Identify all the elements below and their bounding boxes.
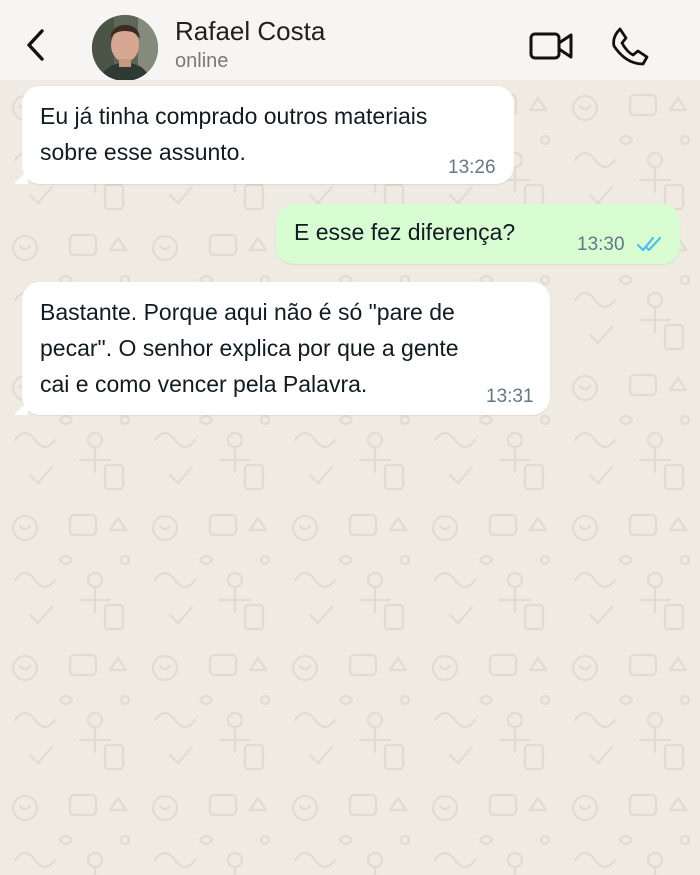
message-bubble-outgoing[interactable]: E esse fez diferença? 13:30 <box>276 204 680 264</box>
message-text: E esse fez diferença? <box>294 219 516 245</box>
double-check-icon <box>636 236 662 252</box>
video-call-button[interactable] <box>528 26 576 66</box>
avatar-photo <box>92 15 158 81</box>
bubble-tail <box>14 401 28 415</box>
contact-name[interactable]: Rafael Costa <box>175 16 325 47</box>
voice-call-button[interactable] <box>608 24 652 68</box>
message-text: Eu já tinha comprado outros materiais so… <box>40 103 428 165</box>
chat-area[interactable]: Eu já tinha comprado outros materiais so… <box>0 80 700 875</box>
back-button[interactable] <box>20 25 52 65</box>
video-camera-icon <box>529 32 573 60</box>
avatar[interactable] <box>92 15 158 81</box>
chat-header: Rafael Costa online <box>0 0 700 81</box>
chevron-left-icon <box>27 29 44 61</box>
chat-wallpaper <box>0 80 700 875</box>
message-time: 13:26 <box>448 157 496 178</box>
message-time: 13:30 <box>577 234 625 255</box>
bubble-tail <box>14 170 28 184</box>
message-bubble-incoming[interactable]: Eu já tinha comprado outros materiais so… <box>14 86 514 184</box>
phone-icon <box>612 27 649 66</box>
message-time: 13:31 <box>486 386 534 407</box>
contact-status: online <box>175 50 229 72</box>
message-bubble-incoming[interactable]: Bastante. Porque aqui não é só "pare de … <box>14 282 550 415</box>
message-text: Bastante. Porque aqui não é só "pare de … <box>40 299 459 397</box>
